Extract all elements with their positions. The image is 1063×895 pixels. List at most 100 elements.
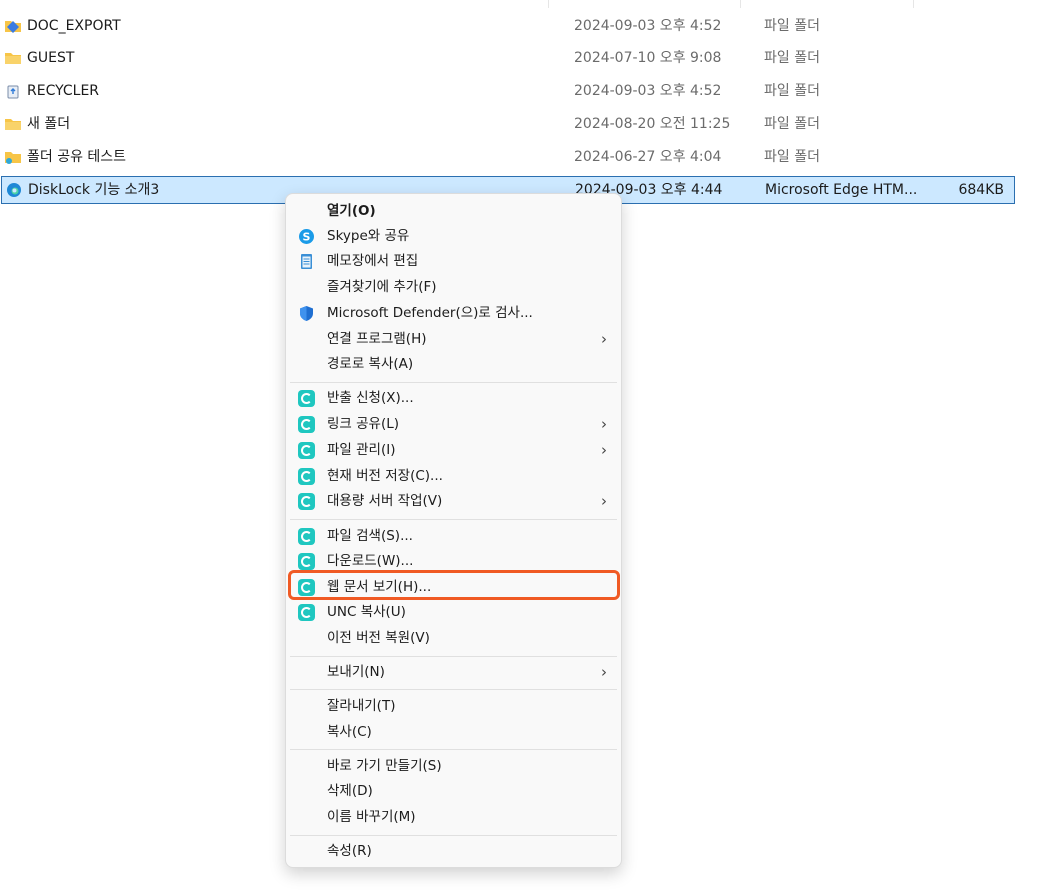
- skype-icon: S: [299, 229, 314, 244]
- menu-item-copy-path[interactable]: 경로로 복사(A): [290, 352, 617, 377]
- recycle-bin-icon: [7, 85, 19, 99]
- menu-item-label: 메모장에서 편집: [327, 253, 419, 269]
- file-row-recycler[interactable]: RECYCLER 2024-09-03 오후 4:52 파일 폴더: [0, 76, 1020, 106]
- menu-separator: [290, 689, 617, 690]
- menu-item-label: Skype와 공유: [327, 228, 410, 244]
- highlight-annotation: [288, 570, 620, 600]
- menu-item-label: 복사(C): [327, 724, 372, 740]
- app-c-icon: [298, 468, 315, 485]
- file-name: 폴더 공유 테스트: [27, 149, 127, 165]
- menu-separator: [290, 656, 617, 657]
- app-c-icon: [298, 442, 315, 459]
- menu-item-label: 열기(O): [327, 203, 376, 219]
- menu-item-label: Microsoft Defender(으)로 검사...: [327, 305, 533, 321]
- file-row-new-folder[interactable]: 새 폴더 2024-08-20 오전 11:25 파일 폴더: [0, 109, 1020, 139]
- menu-item-label: 연결 프로그램(H): [327, 331, 427, 347]
- notepad-icon: [301, 254, 312, 269]
- menu-item-restore-previous[interactable]: 이전 버전 복원(V): [290, 626, 617, 651]
- file-name: GUEST: [27, 50, 75, 66]
- menu-item-label: 현재 버전 저장(C)...: [327, 468, 443, 484]
- shared-folder-icon: [5, 21, 21, 33]
- menu-item-send-to[interactable]: 보내기(N) ›: [290, 660, 617, 685]
- menu-item-label: 즐겨찾기에 추가(F): [327, 279, 437, 295]
- menu-item-properties[interactable]: 속성(R): [290, 839, 617, 864]
- file-row-folder-share-test[interactable]: 폴더 공유 테스트 2024-06-27 오후 4:04 파일 폴더: [0, 142, 1020, 172]
- menu-item-defender-scan[interactable]: Microsoft Defender(으)로 검사...: [290, 301, 617, 326]
- chevron-right-icon: ›: [601, 415, 607, 433]
- file-type: 파일 폴더: [764, 83, 820, 99]
- file-row-doc-export[interactable]: DOC_EXPORT 2024-09-03 오후 4:52 파일 폴더: [0, 11, 1020, 41]
- menu-item-label: 반출 신청(X)...: [327, 390, 414, 406]
- menu-item-unc-copy[interactable]: UNC 복사(U): [290, 600, 617, 625]
- menu-item-label: 잘라내기(T): [327, 698, 396, 714]
- menu-item-checkout-request[interactable]: 반출 신청(X)...: [290, 386, 617, 411]
- menu-separator: [290, 382, 617, 383]
- menu-separator: [290, 835, 617, 836]
- file-date: 2024-09-03 오후 4:52: [574, 18, 722, 34]
- file-type: 파일 폴더: [764, 149, 820, 165]
- app-c-icon: [298, 604, 315, 621]
- file-date: 2024-07-10 오후 9:08: [574, 50, 722, 66]
- file-type: 파일 폴더: [764, 50, 820, 66]
- column-divider: [548, 0, 549, 8]
- menu-item-open[interactable]: 열기(O): [290, 199, 617, 224]
- menu-item-file-search[interactable]: 파일 검색(S)...: [290, 524, 617, 549]
- column-divider: [740, 0, 741, 8]
- folder-icon: [5, 53, 21, 64]
- menu-item-label: 경로로 복사(A): [327, 356, 414, 372]
- menu-item-large-server-task[interactable]: 대용량 서버 작업(V) ›: [290, 489, 617, 514]
- column-divider: [913, 0, 914, 8]
- app-c-icon: [298, 390, 315, 407]
- defender-shield-icon: [300, 306, 313, 321]
- menu-item-label: 링크 공유(L): [327, 416, 400, 432]
- edge-icon: [7, 183, 21, 197]
- context-menu: 열기(O) S Skype와 공유 메모장에서 편집 즐겨찾기에 추가(F) M…: [285, 193, 622, 868]
- chevron-right-icon: ›: [601, 492, 607, 510]
- menu-item-link-share[interactable]: 링크 공유(L) ›: [290, 412, 617, 437]
- svg-text:S: S: [303, 231, 311, 244]
- file-name: RECYCLER: [27, 83, 100, 99]
- app-c-icon: [298, 528, 315, 545]
- chevron-right-icon: ›: [601, 663, 607, 681]
- folder-icon: [5, 119, 21, 130]
- file-date: 2024-06-27 오후 4:04: [574, 149, 722, 165]
- file-name: 새 폴더: [27, 116, 71, 132]
- app-c-icon: [298, 553, 315, 570]
- file-type: Microsoft Edge HTM...: [765, 182, 918, 198]
- menu-item-create-shortcut[interactable]: 바로 가기 만들기(S): [290, 754, 617, 779]
- menu-item-save-current-version[interactable]: 현재 버전 저장(C)...: [290, 464, 617, 489]
- menu-item-cut[interactable]: 잘라내기(T): [290, 694, 617, 719]
- menu-separator: [290, 519, 617, 520]
- menu-item-add-favorites[interactable]: 즐겨찾기에 추가(F): [290, 275, 617, 300]
- file-list: DOC_EXPORT 2024-09-03 오후 4:52 파일 폴더 GUES…: [0, 0, 1063, 210]
- menu-item-skype-share[interactable]: S Skype와 공유: [290, 224, 617, 249]
- menu-item-label: 속성(R): [327, 843, 372, 859]
- app-c-icon: [298, 416, 315, 433]
- menu-item-label: 바로 가기 만들기(S): [327, 758, 442, 774]
- chevron-right-icon: ›: [601, 441, 607, 459]
- file-date: 2024-09-03 오후 4:52: [574, 83, 722, 99]
- file-type: 파일 폴더: [764, 18, 820, 34]
- menu-item-label: 삭제(D): [327, 783, 373, 799]
- file-name: DiskLock 기능 소개3: [28, 182, 160, 198]
- file-type: 파일 폴더: [764, 116, 820, 132]
- shared-folder-icon: [5, 152, 21, 164]
- menu-item-edit-notepad[interactable]: 메모장에서 편집: [290, 249, 617, 274]
- file-date: 2024-08-20 오전 11:25: [574, 116, 731, 132]
- menu-item-delete[interactable]: 삭제(D): [290, 779, 617, 804]
- app-c-icon: [298, 493, 315, 510]
- menu-item-copy[interactable]: 복사(C): [290, 720, 617, 745]
- file-row-guest[interactable]: GUEST 2024-07-10 오후 9:08 파일 폴더: [0, 43, 1020, 73]
- menu-item-rename[interactable]: 이름 바꾸기(M): [290, 805, 617, 830]
- menu-item-open-with[interactable]: 연결 프로그램(H) ›: [290, 327, 617, 352]
- menu-item-label: 이름 바꾸기(M): [327, 809, 416, 825]
- chevron-right-icon: ›: [601, 330, 607, 348]
- menu-item-label: 이전 버전 복원(V): [327, 630, 430, 646]
- menu-item-label: 보내기(N): [327, 664, 385, 680]
- file-size: 684KB: [958, 182, 1004, 198]
- menu-item-label: 대용량 서버 작업(V): [327, 493, 443, 509]
- menu-separator: [290, 749, 617, 750]
- menu-item-label: 파일 관리(I): [327, 442, 396, 458]
- file-name: DOC_EXPORT: [27, 18, 121, 34]
- menu-item-file-manage[interactable]: 파일 관리(I) ›: [290, 438, 617, 463]
